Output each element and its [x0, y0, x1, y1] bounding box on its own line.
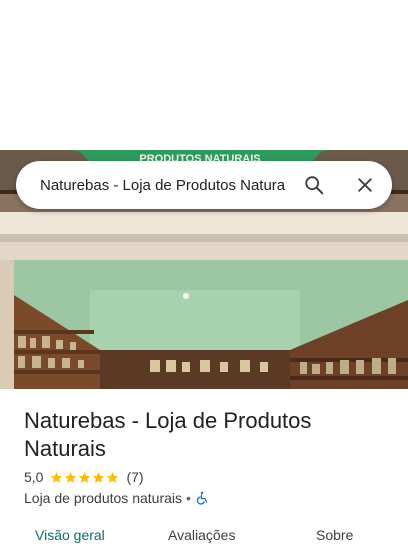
- star-icon: [93, 471, 105, 483]
- place-info-panel: Naturebas - Loja de Produtos Naturais 5,…: [0, 389, 408, 543]
- place-category[interactable]: Loja de produtos naturais: [24, 490, 182, 506]
- search-input[interactable]: [40, 173, 286, 197]
- tab-about[interactable]: Sobre: [316, 527, 353, 543]
- separator-dot: •: [186, 490, 191, 506]
- search-icon[interactable]: [302, 173, 326, 197]
- wheelchair-icon: [196, 491, 208, 505]
- star-icon: [65, 471, 77, 483]
- search-box[interactable]: [16, 161, 392, 209]
- map-area-blank: [0, 0, 408, 150]
- star-icon: [107, 471, 119, 483]
- rating-value: 5,0: [24, 469, 44, 485]
- tab-reviews[interactable]: Avaliações: [168, 527, 235, 543]
- tab-overview[interactable]: Visão geral: [35, 527, 105, 543]
- star-rating: [50, 471, 120, 484]
- star-icon: [51, 471, 63, 483]
- rating-row[interactable]: 5,0 (7): [24, 469, 144, 485]
- star-icon: [79, 471, 91, 483]
- review-count[interactable]: (7): [126, 469, 143, 485]
- close-icon[interactable]: [353, 173, 377, 197]
- place-tabs: Visão geral Avaliações Sobre: [0, 527, 408, 547]
- place-title: Naturebas - Loja de Produtos Naturais: [24, 408, 312, 461]
- category-row: Loja de produtos naturais •: [24, 490, 209, 506]
